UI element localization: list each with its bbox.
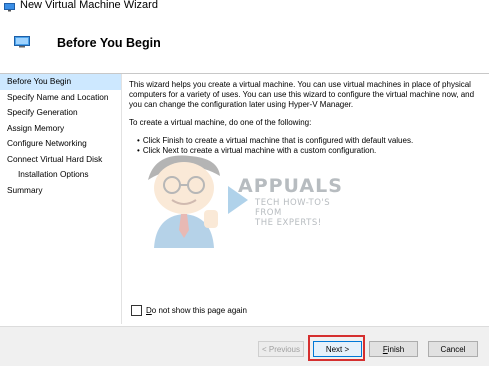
nav-item-specify-generation[interactable]: Specify Generation — [0, 105, 121, 121]
watermark-brand-text: APPUALS — [238, 175, 343, 197]
do-not-show-label: Do not show this page again — [146, 306, 247, 315]
finish-button[interactable]: Finish — [369, 341, 418, 357]
nav-item-assign-memory[interactable]: Assign Memory — [0, 121, 121, 137]
do-not-show-checkbox-row[interactable]: Do not show this page again — [131, 305, 247, 316]
nav-item-before-you-begin[interactable]: Before You Begin — [0, 74, 121, 90]
watermark-tagline-line1: TECH HOW-TO'S FROM — [255, 198, 331, 218]
virtual-machine-icon — [14, 36, 30, 48]
appuals-mascot-logo — [148, 155, 248, 248]
finish-label-rest: inish — [387, 345, 405, 354]
nav-item-connect-virtual-hard-disk[interactable]: Connect Virtual Hard Disk — [0, 152, 121, 168]
next-button[interactable]: Next > — [313, 341, 362, 357]
watermark-tagline: TECH HOW-TO'S FROM THE EXPERTS! — [255, 198, 350, 228]
intro-text: This wizard helps you create a virtual m… — [129, 80, 475, 109]
do-not-show-label-rest: o not show this page again — [151, 306, 247, 315]
do-not-show-checkbox[interactable] — [131, 305, 142, 316]
wizard-steps-nav: Before You Begin Specify Name and Locati… — [0, 74, 122, 324]
page-title: Before You Begin — [57, 36, 161, 50]
bullet-next-text: Click Next to create a virtual machine w… — [142, 146, 377, 155]
options-list: Click Finish to create a virtual machine… — [129, 136, 483, 156]
bullet-finish-text: Click Finish to create a virtual machine… — [142, 136, 414, 145]
list-item: Click Finish to create a virtual machine… — [137, 136, 483, 146]
appuals-watermark: APPUALS TECH HOW-TO'S FROM THE EXPERTS! — [140, 150, 350, 250]
nav-item-configure-networking[interactable]: Configure Networking — [0, 136, 121, 152]
nav-item-specify-name-location[interactable]: Specify Name and Location — [0, 90, 121, 106]
instruction-text: To create a virtual machine, do one of t… — [129, 118, 312, 127]
list-item: Click Next to create a virtual machine w… — [137, 146, 483, 156]
nav-item-installation-options[interactable]: Installation Options — [0, 167, 121, 183]
previous-button[interactable]: < Previous — [258, 341, 304, 357]
wizard-header: Before You Begin — [0, 14, 489, 70]
wizard-content: This wizard helps you create a virtual m… — [129, 80, 483, 156]
nav-item-summary[interactable]: Summary — [0, 183, 121, 199]
window-title: New Virtual Machine Wizard — [20, 0, 158, 11]
title-bar: New Virtual Machine Wizard — [0, 0, 489, 14]
cancel-button[interactable]: Cancel — [428, 341, 478, 357]
hyper-v-monitor-icon — [4, 2, 15, 11]
watermark-tagline-line2: THE EXPERTS! — [255, 218, 322, 228]
